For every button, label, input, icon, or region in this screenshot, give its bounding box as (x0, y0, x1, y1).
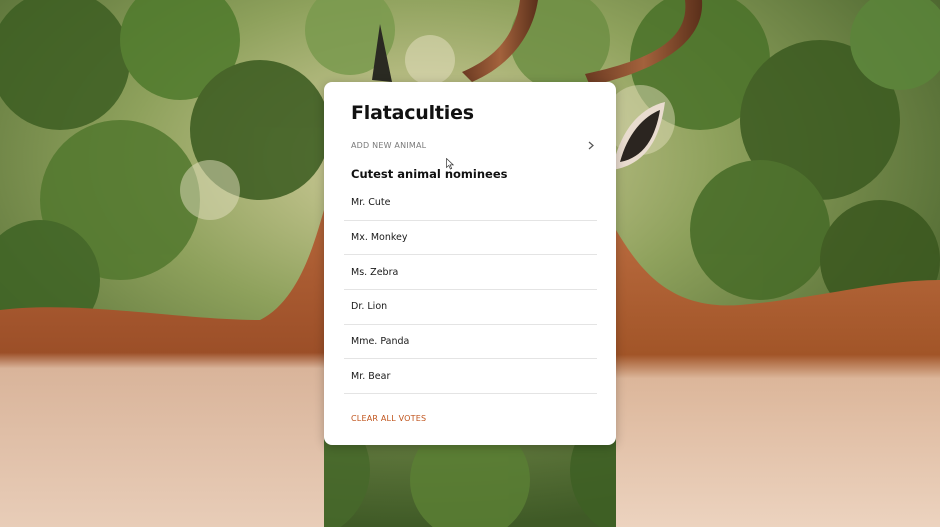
nominee-item[interactable]: Mme. Panda (344, 325, 597, 360)
nominee-name: Mx. Monkey (351, 232, 408, 244)
nominees-section-title: Cutest animal nominees (351, 167, 508, 181)
nominee-item[interactable]: Ms. Zebra (344, 255, 597, 291)
nominee-name: Ms. Zebra (351, 266, 399, 278)
app-background: Flataculties ADD NEW ANIMAL Cutest anima… (0, 0, 940, 527)
clear-all-votes-button[interactable]: CLEAR ALL VOTES (351, 414, 426, 423)
nominee-name: Dr. Lion (351, 301, 388, 313)
add-new-animal-label: ADD NEW ANIMAL (351, 140, 427, 150)
nominees-card: Flataculties ADD NEW ANIMAL Cutest anima… (324, 82, 616, 445)
add-new-animal-button[interactable]: ADD NEW ANIMAL (351, 138, 596, 152)
nominees-list: Mr. Cute Mx. Monkey Ms. Zebra Dr. Lion M… (344, 186, 597, 395)
app-title: Flataculties (351, 102, 474, 124)
nominee-name: Mr. Cute (351, 197, 391, 209)
nominee-item[interactable]: Mr. Cute (344, 186, 597, 221)
nominee-item[interactable]: Mx. Monkey (344, 221, 597, 256)
nominee-name: Mme. Panda (351, 336, 410, 348)
mouse-cursor-icon (446, 158, 454, 170)
nominee-item[interactable]: Dr. Lion (344, 290, 597, 325)
nominee-name: Mr. Bear (351, 370, 391, 382)
chevron-right-icon (586, 140, 596, 150)
nominee-item[interactable]: Mr. Bear (344, 359, 597, 395)
